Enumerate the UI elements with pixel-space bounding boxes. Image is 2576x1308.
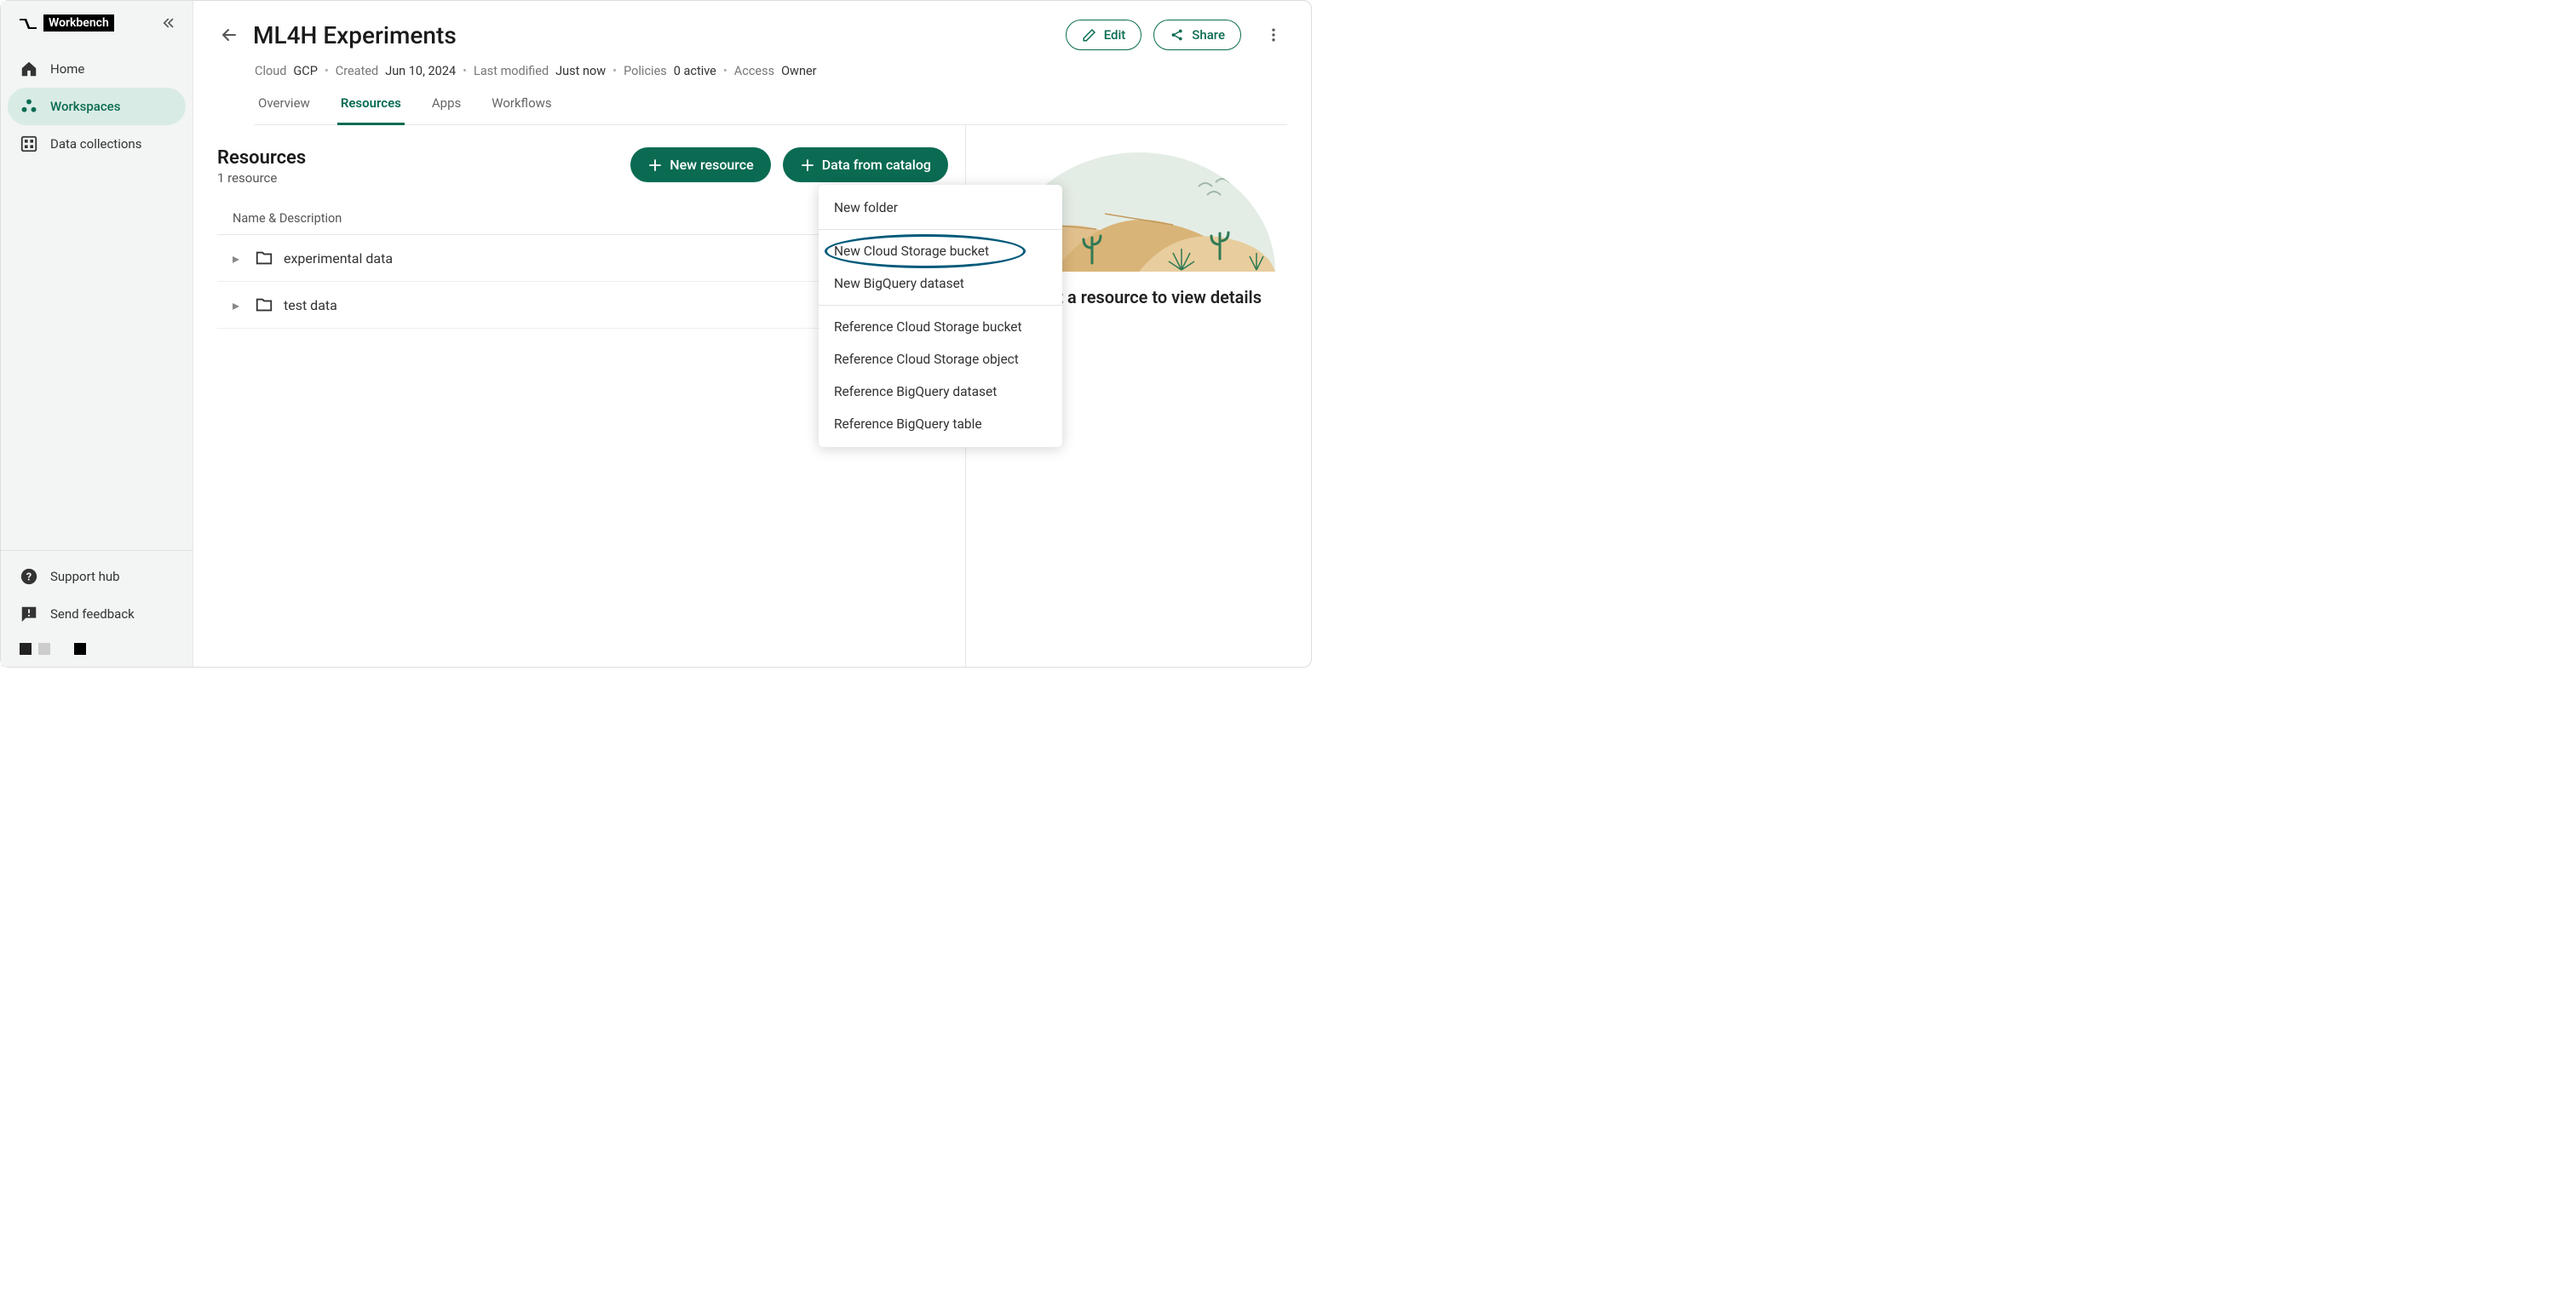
- page-title: ML4H Experiments: [253, 21, 1054, 49]
- logo-icon: [18, 15, 38, 31]
- resource-name: experimental data: [284, 250, 912, 267]
- folder-icon: [255, 295, 273, 314]
- dropdown-ref-cloud-storage-object[interactable]: Reference Cloud Storage object: [819, 343, 1062, 376]
- dropdown-new-bigquery-dataset[interactable]: New BigQuery dataset: [819, 267, 1062, 300]
- chevron-right-icon: ▸: [233, 297, 243, 313]
- footer-label: Send feedback: [50, 606, 135, 622]
- workspaces-icon: [20, 97, 38, 116]
- folder-icon: [255, 249, 273, 267]
- avatar-icon: [38, 643, 50, 655]
- dropdown-ref-cloud-storage-bucket[interactable]: Reference Cloud Storage bucket: [819, 311, 1062, 343]
- svg-text:?: ?: [26, 571, 32, 584]
- nav-support-hub[interactable]: ? Support hub: [8, 558, 186, 595]
- new-resource-button[interactable]: New resource: [630, 147, 771, 182]
- more-menu-button[interactable]: [1260, 21, 1287, 49]
- nav-list: Home Workspaces Data collections: [1, 50, 193, 163]
- resource-name: test data: [284, 297, 912, 313]
- resource-count: 1 resource: [217, 170, 630, 186]
- back-button[interactable]: [217, 23, 241, 47]
- edit-button[interactable]: Edit: [1066, 20, 1142, 50]
- chevron-right-icon: ▸: [233, 250, 243, 267]
- nav-send-feedback[interactable]: Send feedback: [8, 595, 186, 633]
- nav-data-collections[interactable]: Data collections: [8, 125, 186, 163]
- workspace-meta: Cloud GCP • Created Jun 10, 2024 • Last …: [255, 64, 1287, 78]
- grid-icon: [20, 135, 38, 153]
- divider: [819, 305, 1062, 306]
- sidebar-header: Workbench: [1, 1, 193, 50]
- nav-home[interactable]: Home: [8, 50, 186, 88]
- share-button[interactable]: Share: [1153, 20, 1241, 50]
- sidebar: Workbench Home Workspaces: [1, 1, 193, 667]
- tab-resources[interactable]: Resources: [337, 95, 405, 125]
- avatar-row[interactable]: [8, 633, 186, 660]
- tab-apps[interactable]: Apps: [428, 95, 464, 125]
- home-icon: [20, 60, 38, 78]
- plus-icon: [647, 158, 663, 173]
- sidebar-footer: ? Support hub Send feedback: [1, 550, 193, 667]
- nav-label: Data collections: [50, 136, 141, 152]
- help-icon: ?: [20, 567, 38, 586]
- topbar: ML4H Experiments Edit Share Cloud GCP • …: [193, 1, 1311, 125]
- pencil-icon: [1082, 27, 1097, 43]
- dropdown-ref-bigquery-table[interactable]: Reference BigQuery table: [819, 408, 1062, 440]
- nav-label: Home: [50, 61, 84, 77]
- resources-panel: Resources 1 resource New resource Data f…: [193, 125, 965, 667]
- main: ML4H Experiments Edit Share Cloud GCP • …: [193, 1, 1311, 667]
- section-title: Resources: [217, 147, 630, 169]
- plus-icon: [800, 158, 815, 173]
- brand-logo[interactable]: Workbench: [18, 14, 158, 32]
- nav-label: Workspaces: [50, 99, 120, 114]
- tab-workflows[interactable]: Workflows: [488, 95, 555, 125]
- brand-name: Workbench: [43, 14, 114, 32]
- new-resource-dropdown: New folder New Cloud Storage bucket New …: [819, 185, 1062, 447]
- dropdown-new-cloud-storage-bucket[interactable]: New Cloud Storage bucket: [819, 235, 1062, 267]
- footer-label: Support hub: [50, 569, 120, 584]
- feedback-icon: [20, 605, 38, 623]
- data-from-catalog-button[interactable]: Data from catalog: [783, 147, 948, 182]
- divider: [819, 229, 1062, 230]
- share-icon: [1170, 27, 1185, 43]
- nav-workspaces[interactable]: Workspaces: [8, 88, 186, 125]
- dropdown-ref-bigquery-dataset[interactable]: Reference BigQuery dataset: [819, 376, 1062, 408]
- avatar-icon: [20, 643, 32, 655]
- avatar-icon: [74, 643, 86, 655]
- tab-overview[interactable]: Overview: [255, 95, 313, 125]
- dropdown-new-folder[interactable]: New folder: [819, 192, 1062, 224]
- column-header: Name & Description: [233, 211, 342, 226]
- collapse-sidebar-button[interactable]: [158, 13, 179, 33]
- tabs: Overview Resources Apps Workflows: [255, 95, 1287, 125]
- dots-vertical-icon: [1265, 26, 1282, 43]
